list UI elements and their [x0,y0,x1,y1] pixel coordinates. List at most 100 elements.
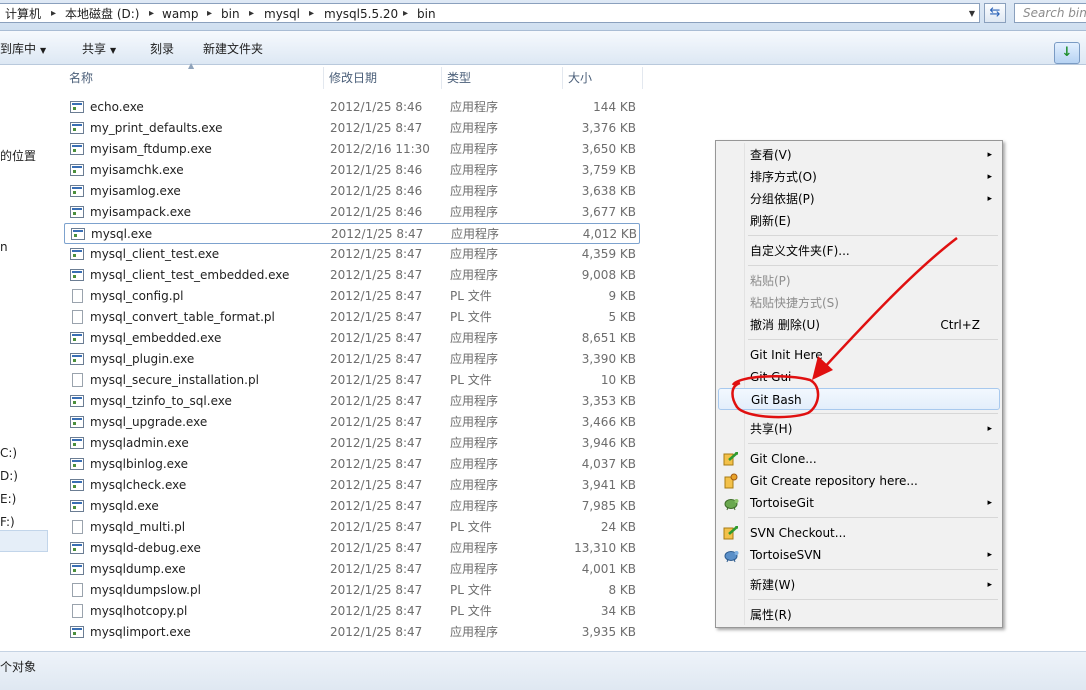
file-row[interactable]: mysqld.exe 2012/1/25 8:47 应用程序 7,985 KB [64,496,640,517]
menu-item-自定义文件夹[interactable]: 自定义文件夹(F)... [718,240,1000,262]
file-row[interactable]: mysqlimport.exe 2012/1/25 8:47 应用程序 3,935 K… [64,622,640,643]
file-row[interactable]: myisam_ftdump.exe 2012/2/16 11:30 应用程序 3,65… [64,139,640,160]
menu-item-撤消-删除[interactable]: 撤消 删除(U) Ctrl+Z [718,314,1000,336]
menu-item-git-init-here[interactable]: Git Init Here [718,344,1000,366]
menu-item-分组依据[interactable]: 分组依据(P) ▸ [718,188,1000,210]
file-row[interactable]: mysqlcheck.exe 2012/1/25 8:47 应用程序 3,941 KB [64,475,640,496]
breadcrumb-wamp[interactable]: wamp [162,6,198,22]
menu-item-刷新[interactable]: 刷新(E) [718,210,1000,232]
breadcrumb-mysql[interactable]: mysql [264,6,300,22]
file-row[interactable]: mysql_secure_installation.pl 2012/1/25 8:… [64,370,640,391]
breadcrumb-mysql5520[interactable]: mysql5.5.20 [324,6,398,22]
breadcrumb-bin[interactable]: bin [221,6,240,22]
status-bar: 个对象 [0,651,1086,690]
file-name: mysql_client_test_embedded.exe [90,268,290,282]
breadcrumb-computer[interactable]: 计算机 [5,6,41,22]
column-header-type[interactable]: 类型 [442,67,563,89]
file-date: 2012/1/25 8:47 [331,227,424,241]
address-history-dropdown-icon[interactable]: ▼ [965,6,979,22]
file-row[interactable]: my_print_defaults.exe 2012/1/25 8:47 应用程序 3… [64,118,640,139]
refresh-button[interactable]: ⇆ [984,3,1006,23]
menu-item-共享[interactable]: 共享(H) ▸ [718,418,1000,440]
file-date: 2012/1/25 8:47 [330,415,423,429]
menu-item-git-bash[interactable]: Git Bash [718,388,1000,410]
menu-item-git-clone[interactable]: Git Clone... [718,448,1000,470]
breadcrumb-bin-current[interactable]: bin [417,6,436,22]
file-name: mysqldump.exe [90,562,186,576]
script-file-icon [72,520,83,534]
column-header-date[interactable]: 修改日期 [324,67,442,89]
file-row[interactable]: mysqld-debug.exe 2012/1/25 8:47 应用程序 13,310… [64,538,640,559]
breadcrumb-separator-icon[interactable]: ▸ [149,6,154,22]
file-row[interactable]: echo.exe 2012/1/25 8:46 应用程序 144 KB [64,97,640,118]
file-row[interactable]: myisamlog.exe 2012/1/25 8:46 应用程序 3,638 KB [64,181,640,202]
nav-item-drive-f[interactable]: F:) [0,515,15,529]
file-type: 应用程序 [450,268,499,282]
menu-item-tortoisesvn[interactable]: TortoiseSVN ▸ [718,544,1000,566]
breadcrumb-separator-icon[interactable]: ▸ [51,6,56,22]
file-type: 应用程序 [451,227,500,241]
burn-button[interactable]: 刻录 [150,40,174,57]
new-folder-button[interactable]: 新建文件夹 [203,40,263,57]
nav-item-drive-c[interactable]: C:) [0,446,17,460]
menu-item-tortoisegit[interactable]: TortoiseGit ▸ [718,492,1000,514]
menu-item-git-gui[interactable]: Git Gui [718,366,1000,388]
file-row[interactable]: mysql_tzinfo_to_sql.exe 2012/1/25 8:47 应用程… [64,391,640,412]
file-name: myisam_ftdump.exe [90,142,212,156]
menu-item-新建[interactable]: 新建(W) ▸ [718,574,1000,596]
file-name: my_print_defaults.exe [90,121,223,135]
file-row[interactable]: myisamchk.exe 2012/1/25 8:46 应用程序 3,759 KB [64,160,640,181]
file-name: mysql_embedded.exe [90,331,222,345]
nav-item-partial[interactable]: n [0,240,8,254]
file-row[interactable]: mysqlbinlog.exe 2012/1/25 8:47 应用程序 4,037 K… [64,454,640,475]
menu-item-属性[interactable]: 属性(R) [718,604,1000,626]
nav-item-drive-d[interactable]: D:) [0,469,18,483]
menu-item-git-create-repository-here[interactable]: Git Create repository here... [718,470,1000,492]
breadcrumb-separator-icon[interactable]: ▸ [309,6,314,22]
column-header-size[interactable]: 大小 [563,67,643,89]
address-bar[interactable]: 计算机 ▸ 本地磁盘 (D:) ▸ wamp ▸ bin ▸ mysql ▸ m… [0,3,980,23]
file-row[interactable]: mysql_plugin.exe 2012/1/25 8:47 应用程序 3,390 … [64,349,640,370]
file-row[interactable]: mysql.exe 2012/1/25 8:47 应用程序 4,012 KB [64,223,640,244]
tortoisegit-clone-icon [723,451,739,467]
file-size: 4,001 KB [581,562,636,576]
breadcrumb-drive-d[interactable]: 本地磁盘 (D:) [65,6,139,22]
file-size: 3,353 KB [581,394,636,408]
nav-item-recent-places[interactable]: 的位置 [0,147,36,164]
file-row[interactable]: mysqldumpslow.pl 2012/1/25 8:47 PL 文件 8 KB [64,580,640,601]
file-size: 10 KB [600,373,636,387]
menu-item-svn-checkout[interactable]: SVN Checkout... [718,522,1000,544]
item-count: 个对象 [0,660,37,674]
menu-item-查看[interactable]: 查看(V) ▸ [718,144,1000,166]
nav-item-drive-e[interactable]: E:) [0,492,16,506]
search-input[interactable]: Search bin [1014,3,1086,23]
menu-separator [748,235,998,236]
file-row[interactable]: myisampack.exe 2012/1/25 8:46 应用程序 3,677 KB [64,202,640,223]
menu-item-粘贴快捷方式: 粘贴快捷方式(S) [718,292,1000,314]
share-button[interactable]: 共享 ▼ [82,40,116,57]
menu-separator [748,413,998,414]
file-row[interactable]: mysqld_multi.pl 2012/1/25 8:47 PL 文件 24 KB [64,517,640,538]
file-row[interactable]: mysqlhotcopy.pl 2012/1/25 8:47 PL 文件 34 KB [64,601,640,622]
menu-item-label: 共享(H) [750,422,793,436]
file-row[interactable]: mysql_config.pl 2012/1/25 8:47 PL 文件 9 KB [64,286,640,307]
column-header-name[interactable]: 名称 [64,67,324,89]
file-row[interactable]: mysql_upgrade.exe 2012/1/25 8:47 应用程序 3,466… [64,412,640,433]
file-date: 2012/1/25 8:46 [330,205,423,219]
breadcrumb-separator-icon[interactable]: ▸ [207,6,212,22]
breadcrumb-separator-icon[interactable]: ▸ [249,6,254,22]
file-row[interactable]: mysql_client_test_embedded.exe 2012/1/25 … [64,265,640,286]
file-row[interactable]: mysqladmin.exe 2012/1/25 8:47 应用程序 3,946 KB [64,433,640,454]
show-preview-pane-button[interactable]: ↓ [1054,42,1080,64]
file-row[interactable]: mysql_client_test.exe 2012/1/25 8:47 应用程序 4… [64,244,640,265]
menu-item-排序方式[interactable]: 排序方式(O) ▸ [718,166,1000,188]
file-row[interactable]: mysql_convert_table_format.pl 2012/1/25 8… [64,307,640,328]
menu-separator [748,599,998,600]
include-in-library-button[interactable]: 到库中 ▼ [0,40,46,57]
file-row[interactable]: mysql_embedded.exe 2012/1/25 8:47 应用程序 8,65… [64,328,640,349]
file-date: 2012/1/25 8:47 [330,394,423,408]
submenu-arrow-icon: ▸ [987,550,992,560]
file-row[interactable]: mysqldump.exe 2012/1/25 8:47 应用程序 4,001 KB [64,559,640,580]
file-size: 3,941 KB [581,478,636,492]
breadcrumb-separator-icon[interactable]: ▸ [403,6,408,22]
